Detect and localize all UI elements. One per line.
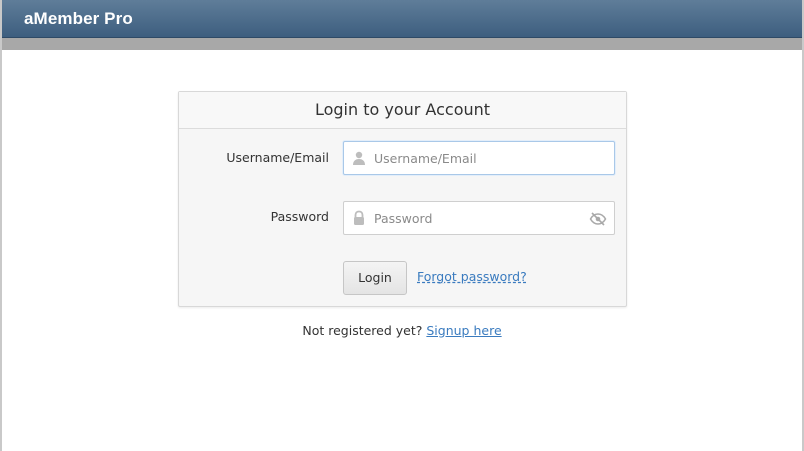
lock-icon [351,210,367,226]
username-input[interactable]: Username/Email [343,141,615,175]
app-header: aMember Pro [2,0,802,38]
page: aMember Pro Login to your Account Userna… [0,0,804,451]
signup-link[interactable]: Signup here [426,323,501,338]
login-button[interactable]: Login [343,261,407,295]
username-label: Username/Email [226,150,329,165]
username-placeholder: Username/Email [374,151,477,166]
login-heading: Login to your Account [179,92,626,129]
password-placeholder: Password [374,211,433,226]
app-title: aMember Pro [24,9,133,28]
login-panel: Login to your Account Username/Email Use… [178,91,627,307]
header-divider-bar [2,38,802,50]
password-label: Password [270,209,329,224]
signup-line: Not registered yet? Signup here [2,323,802,338]
eye-slash-icon[interactable] [589,211,607,227]
signup-prompt: Not registered yet? [302,323,423,338]
password-input[interactable]: Password [343,201,615,235]
user-icon [351,150,367,166]
forgot-password-link[interactable]: Forgot password? [417,269,527,284]
